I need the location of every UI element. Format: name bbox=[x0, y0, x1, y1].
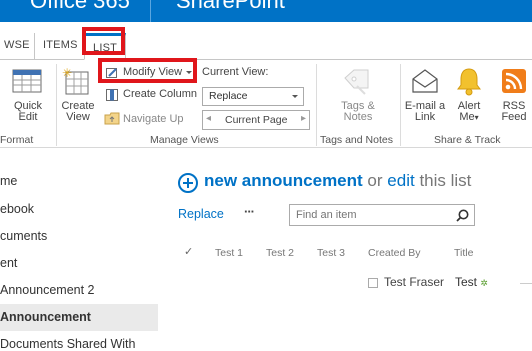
leftnav-item-announcement[interactable]: Announcement bbox=[0, 310, 91, 324]
list-tab-highlight bbox=[82, 27, 125, 55]
ribbon-divider bbox=[56, 64, 57, 146]
tab-items[interactable]: ITEMS bbox=[34, 33, 87, 60]
ribbon-divider bbox=[316, 64, 317, 146]
current-view-dropdown[interactable]: Replace bbox=[202, 87, 304, 106]
search-input[interactable] bbox=[290, 205, 450, 225]
search-box[interactable] bbox=[289, 204, 475, 226]
tags-notes-button[interactable]: Tags & Notes bbox=[336, 101, 380, 123]
leftnav-item-documents[interactable]: cuments bbox=[0, 229, 47, 243]
leftnav-item-notebook[interactable]: ebook bbox=[0, 202, 34, 216]
chevron-down-icon: ▾ bbox=[474, 113, 479, 122]
current-page-pager[interactable]: ◂ Current Page ▸ bbox=[202, 110, 310, 130]
select-all-checkmark-icon[interactable]: ✓ bbox=[184, 245, 193, 258]
bell-icon[interactable] bbox=[456, 66, 482, 96]
ribbon-divider bbox=[400, 64, 401, 146]
suite-divider bbox=[150, 0, 151, 22]
add-circle-icon[interactable] bbox=[178, 173, 198, 193]
email-icon[interactable] bbox=[411, 68, 439, 94]
office365-brand[interactable]: Office 365 bbox=[30, 0, 130, 14]
create-column-button[interactable]: Create Column bbox=[123, 87, 197, 101]
navigate-up-icon bbox=[104, 111, 120, 125]
new-announcement-line: new announcement or edit this list bbox=[204, 171, 471, 191]
svg-text:✳: ✳ bbox=[62, 66, 72, 80]
modify-view-highlight bbox=[98, 58, 197, 83]
email-link-label-2: Link bbox=[414, 111, 436, 123]
create-view-label-2: View bbox=[66, 111, 90, 123]
group-label-manage-views: Manage Views bbox=[150, 134, 219, 146]
group-label-tags-notes: Tags and Notes bbox=[320, 134, 393, 146]
create-view-button[interactable]: Create View bbox=[60, 101, 96, 123]
new-announcement-link[interactable]: new announcement bbox=[204, 171, 363, 190]
sharepoint-brand[interactable]: SharePoint bbox=[176, 0, 285, 14]
row-edge-divider bbox=[520, 283, 532, 284]
chevron-down-icon bbox=[292, 95, 298, 98]
group-label-format: Format bbox=[0, 134, 34, 146]
leftnav-item-home[interactable]: me bbox=[0, 174, 17, 188]
presence-indicator bbox=[368, 278, 378, 288]
column-header-test2[interactable]: Test 2 bbox=[266, 247, 294, 259]
quick-edit-button[interactable]: Quick Edit bbox=[10, 101, 46, 123]
column-header-test3[interactable]: Test 3 bbox=[317, 247, 345, 259]
create-view-icon[interactable]: ✳ bbox=[62, 66, 92, 96]
current-view-value: Replace bbox=[209, 90, 248, 102]
ribbon-tab-row: WSE ITEMS LIST bbox=[0, 22, 532, 60]
tag-icon[interactable] bbox=[342, 68, 372, 96]
quick-edit-label-2: Edit bbox=[18, 111, 38, 123]
quick-edit-icon[interactable] bbox=[12, 68, 42, 94]
alert-me-label-2: Me bbox=[459, 111, 475, 123]
email-link-button[interactable]: E-mail a Link bbox=[404, 101, 446, 123]
current-view-label: Current View: bbox=[202, 66, 269, 78]
edit-list-link[interactable]: edit bbox=[387, 171, 414, 190]
leftnav-item-announcement-2[interactable]: Announcement 2 bbox=[0, 283, 95, 297]
this-list-text: this list bbox=[419, 171, 472, 190]
or-text: or bbox=[367, 171, 383, 190]
rss-icon[interactable] bbox=[502, 69, 526, 93]
created-by-cell[interactable]: Test Fraser bbox=[384, 275, 444, 289]
column-header-test1[interactable]: Test 1 bbox=[215, 247, 243, 259]
next-page-icon[interactable]: ▸ bbox=[301, 111, 306, 127]
search-icon[interactable] bbox=[456, 209, 469, 222]
title-cell[interactable]: Test ✲ bbox=[455, 275, 488, 289]
title-link[interactable]: Test bbox=[455, 275, 477, 289]
column-header-created-by[interactable]: Created By bbox=[368, 247, 421, 259]
create-column-icon bbox=[106, 88, 118, 101]
rss-feed-button[interactable]: RSS Feed bbox=[496, 101, 532, 123]
group-label-share-track: Share & Track bbox=[434, 134, 501, 146]
tab-browse[interactable]: WSE bbox=[0, 33, 38, 60]
leftnav-item-recent[interactable]: ent bbox=[0, 256, 17, 270]
current-page-label: Current Page bbox=[225, 114, 288, 126]
alert-me-button[interactable]: Alert Me▾ bbox=[452, 101, 486, 123]
column-header-title[interactable]: Title bbox=[454, 247, 473, 259]
more-views-icon[interactable]: ··· bbox=[244, 204, 255, 219]
rss-feed-label-2: Feed bbox=[501, 111, 527, 123]
suite-bar: Office 365 SharePoint bbox=[0, 0, 532, 22]
new-item-icon: ✲ bbox=[480, 278, 488, 288]
alert-me-label-2-wrap: Me▾ bbox=[452, 112, 486, 123]
navigate-up-button[interactable]: Navigate Up bbox=[123, 112, 184, 126]
prev-page-icon[interactable]: ◂ bbox=[206, 111, 211, 127]
view-name-link[interactable]: Replace bbox=[178, 207, 224, 221]
tags-notes-label-2: Notes bbox=[343, 111, 373, 123]
